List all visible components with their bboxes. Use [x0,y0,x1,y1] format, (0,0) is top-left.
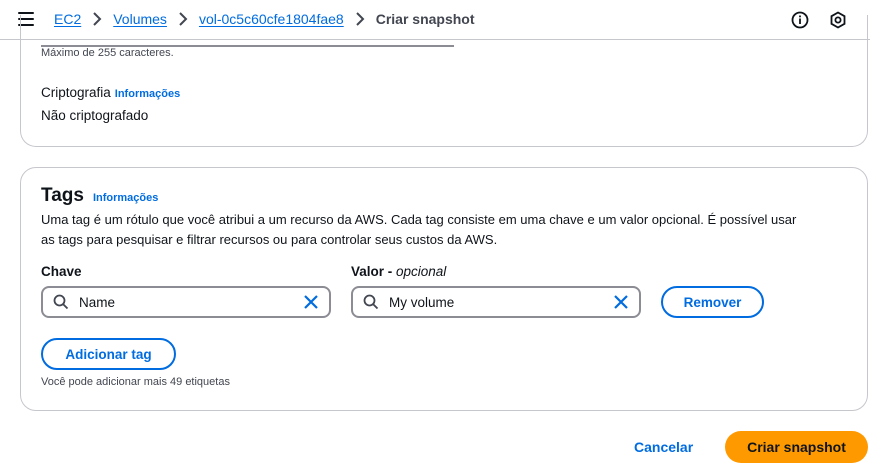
remaining-tags-hint: Você pode adicionar mais 49 etiquetas [41,376,230,388]
remove-tag-button[interactable]: Remover [661,286,764,318]
close-icon[interactable] [303,294,319,315]
tag-value-input[interactable]: My volume [351,286,641,318]
snapshot-details-card: Máximo de 255 caracteres. Criptografia In… [20,15,868,147]
max-chars-hint: Máximo de 255 caracteres. [41,47,174,59]
value-optional-text: opcional [396,264,447,279]
tags-info-link[interactable]: Informações [93,192,158,204]
tag-key-value: Name [79,295,116,310]
create-snapshot-button[interactable]: Criar snapshot [725,431,868,463]
encryption-label: Criptografia [41,85,111,100]
value-label-text: Valor - [351,264,397,279]
key-label: Chave [41,264,82,279]
close-icon[interactable] [613,294,629,315]
cancel-button[interactable]: Cancelar [634,439,693,455]
tags-description: Uma tag é um rótulo que você atribui a u… [41,210,861,250]
tags-description-line: as tags para pesquisar e filtrar recurso… [41,232,498,247]
tags-header: Tags Informações [41,185,158,207]
tags-description-line: Uma tag é um rótulo que você atribui a u… [41,212,797,227]
search-icon [53,294,69,315]
search-icon [363,294,379,315]
tag-key-input[interactable]: Name [41,286,331,318]
encryption-info-link[interactable]: Informações [115,88,180,100]
encryption-label-row: Criptografia Informações [41,84,180,102]
tags-card: Tags Informações Uma tag é um rótulo que… [20,167,868,411]
encryption-value: Não criptografado [41,108,149,123]
tags-title: Tags [41,185,84,206]
value-label: Valor - opcional [351,264,446,279]
add-tag-button[interactable]: Adicionar tag [41,338,176,370]
tag-value-value: My volume [389,295,455,310]
